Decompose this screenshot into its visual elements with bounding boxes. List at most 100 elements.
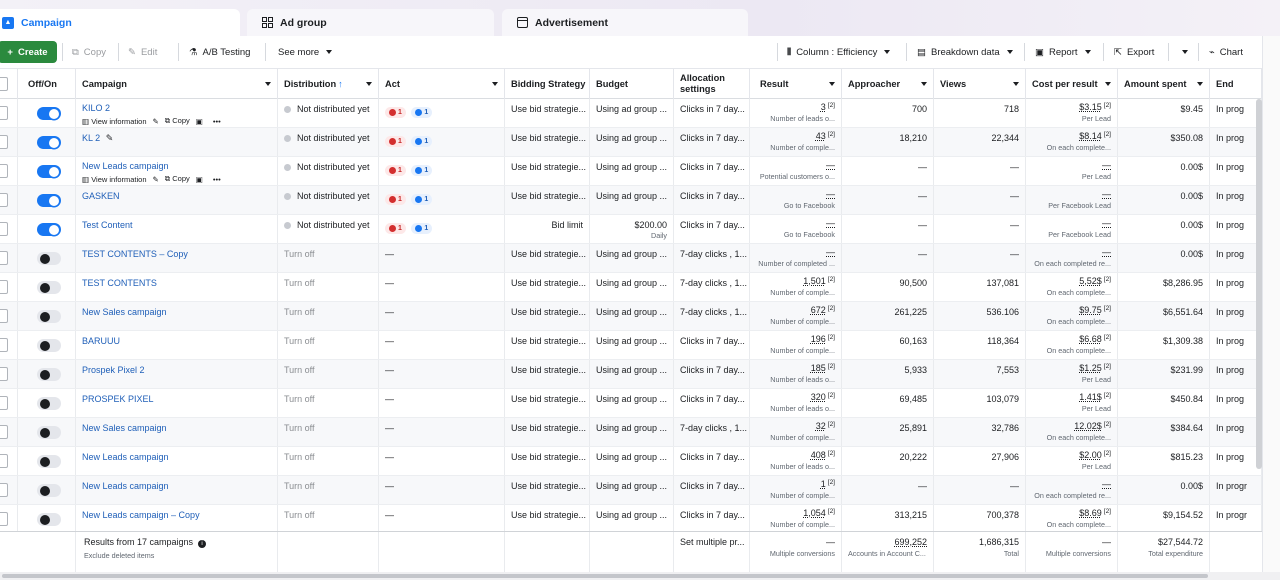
column-header-amount-spent[interactable]: Amount spent <box>1118 69 1210 99</box>
recommendation-badge[interactable]: 1 <box>411 136 433 147</box>
campaign-link[interactable]: New Leads campaign <box>82 481 169 491</box>
on-off-toggle[interactable] <box>37 252 61 265</box>
on-off-toggle[interactable] <box>37 165 61 178</box>
copy-button[interactable]: ⧉ Copy <box>64 41 114 63</box>
table-row[interactable]: GASKEN Not distributed yet 1 1 Use bid s… <box>0 186 1280 215</box>
row-checkbox[interactable] <box>0 338 8 352</box>
copy-button[interactable]: ⧉ Copy <box>165 174 190 184</box>
campaign-link[interactable]: New Sales campaign <box>82 423 167 433</box>
column-header-end[interactable]: End <box>1210 69 1262 99</box>
row-checkbox[interactable] <box>0 309 8 323</box>
edit-button[interactable]: ✎ Edit <box>120 41 165 63</box>
select-all-checkbox[interactable] <box>0 77 8 91</box>
chevron-down-icon[interactable] <box>1105 82 1111 86</box>
more-options-icon[interactable]: ••• <box>213 175 221 184</box>
recommendation-badge[interactable]: 1 <box>411 223 433 234</box>
campaign-link[interactable]: BARUUU <box>82 336 120 346</box>
column-header-act[interactable]: Act <box>379 69 505 99</box>
pencil-icon[interactable]: ✎ <box>106 133 114 143</box>
table-row[interactable]: PROSPEK PIXEL Turn off — Use bid strateg… <box>0 389 1280 418</box>
column-selector[interactable]: ⦀ Column : Efficiency <box>779 41 898 63</box>
on-off-toggle[interactable] <box>37 223 61 236</box>
table-row[interactable]: New Leads campaign ▥ View information ✎ … <box>0 157 1280 186</box>
on-off-toggle[interactable] <box>37 107 61 120</box>
row-checkbox[interactable] <box>0 106 8 120</box>
horizontal-scrollbar[interactable] <box>0 572 1280 580</box>
create-button[interactable]: + Create <box>0 41 57 63</box>
on-off-toggle[interactable] <box>37 426 61 439</box>
campaign-link[interactable]: Prospek Pixel 2 <box>82 365 145 375</box>
preview-icon[interactable]: ▣ <box>196 117 203 126</box>
preview-icon[interactable]: ▣ <box>196 175 203 184</box>
chevron-down-icon[interactable] <box>1197 82 1203 86</box>
report-button[interactable]: ▣ Report <box>1027 41 1099 63</box>
recommendation-badge[interactable]: 1 <box>411 107 433 118</box>
error-badge[interactable]: 1 <box>385 223 406 234</box>
vertical-scrollbar[interactable] <box>1256 99 1262 469</box>
table-row[interactable]: Prospek Pixel 2 Turn off — Use bid strat… <box>0 360 1280 389</box>
column-header-allocation[interactable]: Allocation settings <box>674 69 750 99</box>
table-row[interactable]: New Leads campaign Turn off — Use bid st… <box>0 447 1280 476</box>
row-checkbox[interactable] <box>0 251 8 265</box>
chart-button[interactable]: ⌁ Chart <box>1201 41 1251 63</box>
row-checkbox[interactable] <box>0 164 8 178</box>
table-row[interactable]: New Sales campaign Turn off — Use bid st… <box>0 418 1280 447</box>
row-checkbox[interactable] <box>0 512 8 526</box>
on-off-toggle[interactable] <box>37 513 61 526</box>
table-row[interactable]: BARUUU Turn off — Use bid strategie... U… <box>0 331 1280 360</box>
ab-testing-button[interactable]: ⚗ A/B Testing <box>181 41 258 63</box>
error-badge[interactable]: 1 <box>385 107 406 118</box>
campaign-link[interactable]: New Leads campaign <box>82 452 169 462</box>
row-checkbox[interactable] <box>0 454 8 468</box>
on-off-toggle[interactable] <box>37 368 61 381</box>
tab-ad-group[interactable]: Ad group <box>247 9 494 36</box>
chevron-down-icon[interactable] <box>265 82 271 86</box>
more-options-icon[interactable]: ••• <box>213 117 221 126</box>
table-row[interactable]: TEST CONTENTS – Copy Turn off — Use bid … <box>0 244 1280 273</box>
campaign-link[interactable]: PROSPEK PIXEL <box>82 394 154 404</box>
campaign-link[interactable]: KILO 2 <box>82 103 271 113</box>
table-row[interactable]: KL 2 ✎ Not distributed yet 1 1 Use bid s… <box>0 128 1280 157</box>
campaign-link[interactable]: TEST CONTENTS <box>82 278 157 288</box>
chevron-down-icon[interactable] <box>1013 82 1019 86</box>
scrollbar-thumb[interactable] <box>2 574 1208 578</box>
table-row[interactable]: KILO 2 ▥ View information ✎ ⧉ Copy ▣ •••… <box>0 99 1280 128</box>
chevron-down-icon[interactable] <box>492 82 498 86</box>
column-header-bidding-strategy[interactable]: Bidding Strategy <box>505 69 590 99</box>
view-information-button[interactable]: ▥ View information <box>82 175 147 184</box>
table-row[interactable]: Test Content Not distributed yet 1 1 Bid… <box>0 215 1280 244</box>
breakdown-button[interactable]: ▤ Breakdown data <box>909 41 1021 63</box>
error-badge[interactable]: 1 <box>385 165 406 176</box>
column-header-budget[interactable]: Budget <box>590 69 674 99</box>
row-checkbox[interactable] <box>0 483 8 497</box>
on-off-toggle[interactable] <box>37 281 61 294</box>
campaign-link[interactable]: GASKEN <box>82 191 120 201</box>
chevron-down-icon[interactable] <box>921 82 927 86</box>
table-row[interactable]: New Sales campaign Turn off — Use bid st… <box>0 302 1280 331</box>
campaign-link[interactable]: KL 2 <box>82 133 100 143</box>
row-checkbox[interactable] <box>0 367 8 381</box>
error-badge[interactable]: 1 <box>385 136 406 147</box>
row-checkbox[interactable] <box>0 280 8 294</box>
see-more-button[interactable]: See more <box>270 41 340 63</box>
column-header-result[interactable]: Result <box>750 69 842 99</box>
campaign-link[interactable]: New Sales campaign <box>82 307 167 317</box>
campaign-link[interactable]: New Leads campaign – Copy <box>82 510 200 520</box>
tab-campaign[interactable]: ▲ Campaign <box>0 9 240 36</box>
column-header-approacher[interactable]: Approacher <box>842 69 934 99</box>
on-off-toggle[interactable] <box>37 339 61 352</box>
recommendation-badge[interactable]: 1 <box>411 194 433 205</box>
recommendation-badge[interactable]: 1 <box>411 165 433 176</box>
tab-advertisement[interactable]: Advertisement <box>502 9 748 36</box>
table-row[interactable]: New Leads campaign – Copy Turn off — Use… <box>0 505 1280 534</box>
row-checkbox[interactable] <box>0 396 8 410</box>
on-off-toggle[interactable] <box>37 310 61 323</box>
edit-icon[interactable]: ✎ <box>153 175 159 184</box>
column-header-off-on[interactable]: Off/On <box>18 69 76 99</box>
chevron-down-icon[interactable] <box>829 82 835 86</box>
chevron-down-icon[interactable] <box>366 82 372 86</box>
export-options-button[interactable] <box>1172 41 1196 63</box>
view-information-button[interactable]: ▥ View information <box>82 117 147 126</box>
row-checkbox[interactable] <box>0 222 8 236</box>
error-badge[interactable]: 1 <box>385 194 406 205</box>
